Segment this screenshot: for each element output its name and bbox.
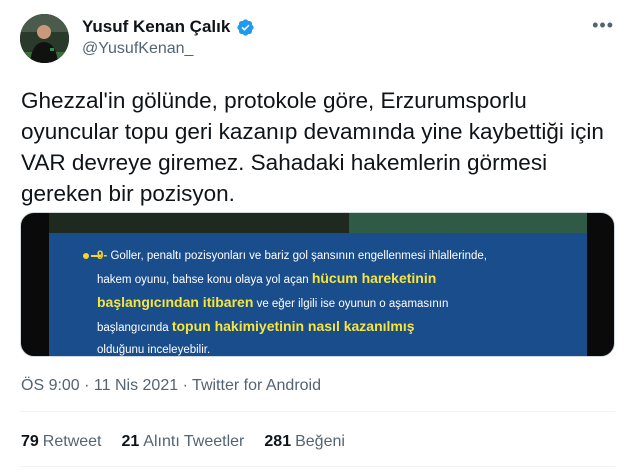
likes-stat[interactable]: 281 Beğeni [264, 433, 345, 451]
retweets-count: 79 [21, 433, 39, 450]
likes-label: Beğeni [295, 433, 345, 450]
retweets-label: Retweet [42, 433, 102, 450]
avatar[interactable] [20, 14, 69, 63]
retweets-stat[interactable]: 79 Retweet [21, 433, 102, 451]
divider-bottom [20, 466, 615, 467]
tweet-card: Yusuf Kenan Çalık @YusufKenan_ ••• Ghezz… [0, 0, 635, 473]
more-options-icon[interactable]: ••• [592, 15, 614, 36]
rule-highlight-2: başlangıcından itibaren [97, 294, 254, 310]
tweet-text: Ghezzal'in gölünde, protokole göre, Erzu… [21, 88, 604, 206]
quotes-label: Alıntı Tweetler [143, 433, 245, 450]
author-handle[interactable]: @YusufKenan_ [82, 40, 193, 58]
verified-badge-icon [237, 18, 254, 36]
rule-line-2: hakem oyunu, bahse konu olaya yol açan [97, 274, 312, 286]
likes-count: 281 [264, 433, 292, 450]
bullet-dot [83, 253, 89, 259]
tweet-timestamp[interactable]: ÖS 9:00 · 11 Nis 2021 · Twitter for Andr… [21, 377, 321, 395]
rule-line-1: Goller, penaltı pozisyonları ve bariz go… [110, 250, 487, 262]
media-slide: 9- Goller, penaltı pozisyonları ve bariz… [49, 213, 587, 356]
quotes-count: 21 [121, 433, 140, 450]
rule-highlight-3: topun hakimiyetinin nasıl kazanılmış [171, 318, 415, 334]
divider [20, 411, 615, 412]
rule-line-5: olduğunu inceleyebilir. [97, 344, 211, 356]
tweet-stats: 79 Retweet 21 Alıntı Tweetler 281 Beğeni [21, 433, 345, 451]
rule-line-3: ve eğer ilgili ise oyunun o aşamasının [253, 298, 449, 310]
slide-text: 9- Goller, penaltı pozisyonları ve bariz… [97, 245, 577, 356]
rule-number: 9- [97, 250, 108, 262]
author-name[interactable]: Yusuf Kenan Çalık [82, 17, 255, 37]
tweet-media[interactable]: 9- Goller, penaltı pozisyonları ve bariz… [20, 212, 615, 357]
quotes-stat[interactable]: 21 Alıntı Tweetler [122, 433, 245, 451]
rule-line-4: başlangıcında [97, 322, 172, 334]
slide-photo-strip-right [349, 213, 587, 233]
author-name-text[interactable]: Yusuf Kenan Çalık [82, 17, 230, 37]
rule-highlight-1: hücum hareketinin [311, 270, 437, 286]
